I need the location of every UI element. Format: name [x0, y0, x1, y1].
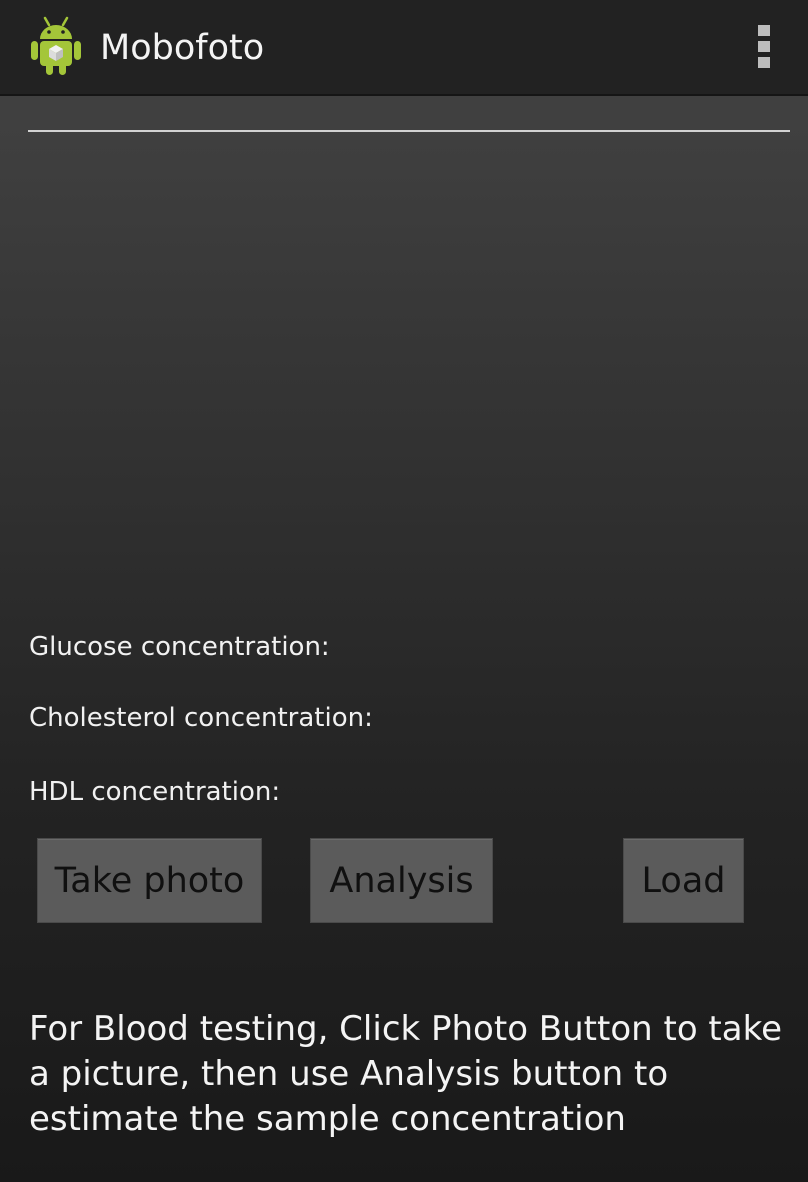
- hdl-concentration-label: HDL concentration:: [29, 777, 281, 807]
- more-vertical-icon[interactable]: [750, 22, 780, 72]
- analysis-button[interactable]: Analysis: [310, 838, 493, 923]
- text-input-underline[interactable]: [28, 130, 790, 132]
- app-title: Mobofoto: [100, 28, 265, 68]
- instructions-text: For Blood testing, Click Photo Button to…: [29, 1009, 782, 1139]
- android-robot-icon[interactable]: [28, 14, 84, 78]
- take-photo-button[interactable]: Take photo: [37, 838, 262, 923]
- load-button[interactable]: Load: [623, 838, 744, 923]
- app-screen: Mobofoto Glucose concentration: Choleste…: [0, 0, 808, 1182]
- glucose-concentration-label: Glucose concentration:: [29, 632, 330, 662]
- action-bar: Mobofoto: [0, 0, 808, 96]
- cholesterol-concentration-label: Cholesterol concentration:: [29, 703, 373, 733]
